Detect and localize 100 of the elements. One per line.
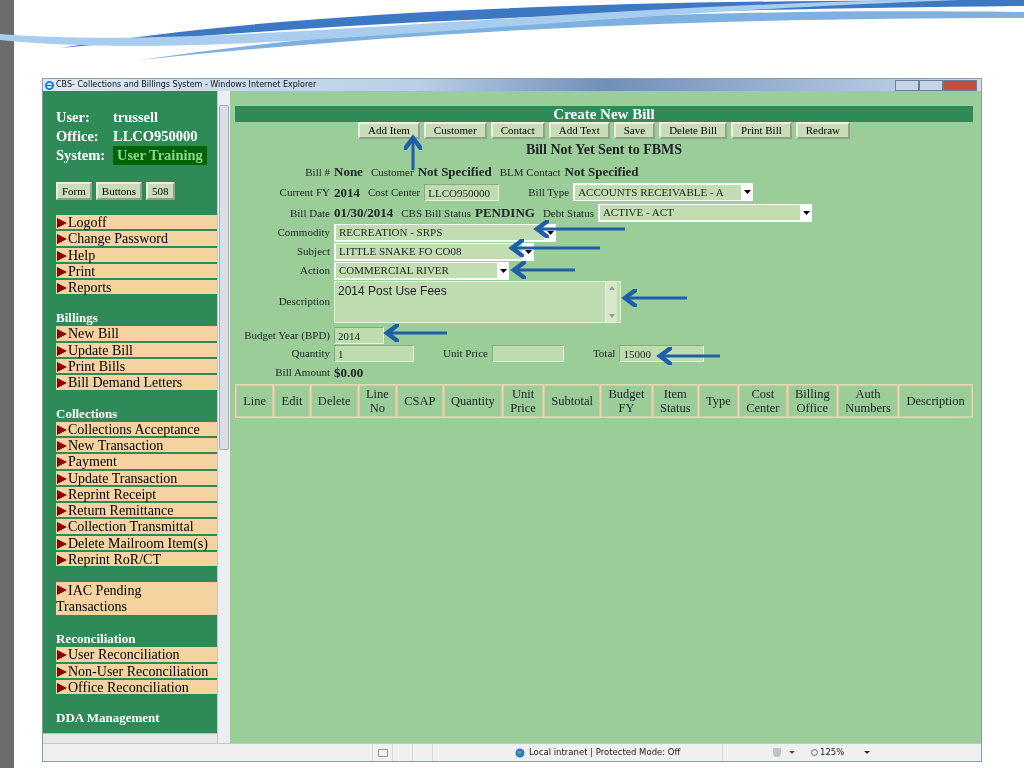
- column-header: Auth Numbers: [837, 385, 899, 417]
- field-value: trussell: [113, 108, 159, 127]
- toolbar-button[interactable]: Redraw: [795, 122, 850, 139]
- pointer-arrow: [622, 286, 687, 310]
- nav-link[interactable]: Non-User Reconciliation: [56, 663, 217, 678]
- toolbar-button[interactable]: Customer: [423, 122, 487, 139]
- dropdown[interactable]: ACTIVE - ACT: [597, 203, 812, 222]
- column-header: Quantity: [443, 385, 502, 417]
- toolbar-button[interactable]: Contact: [490, 122, 545, 139]
- nav-link[interactable]: Print: [56, 263, 217, 279]
- field-value: 01/30/2014: [334, 204, 394, 222]
- sidebar-button[interactable]: Form: [56, 182, 92, 200]
- column-header: Subtotal: [544, 385, 601, 417]
- field-label: Debt Status: [542, 205, 594, 221]
- nav-link[interactable]: Help: [56, 247, 217, 262]
- sidebar-button[interactable]: Buttons: [95, 182, 143, 200]
- section-heading: Collections: [56, 405, 119, 422]
- field-label: Office:: [56, 127, 100, 146]
- window-title: CBS- Collections and Billings System - Windows Internet Explorer: [56, 79, 317, 91]
- column-header: Line No: [358, 385, 397, 417]
- nav-link[interactable]: New Bill: [56, 326, 217, 341]
- dropdown[interactable]: COMMERCIAL RIVER: [334, 261, 509, 280]
- pointer-arrow: [384, 321, 447, 345]
- input-field[interactable]: [491, 344, 564, 362]
- field-value: 2014: [334, 183, 360, 202]
- pointer-arrow: [401, 135, 425, 170]
- field-value: Not Specified: [564, 163, 639, 181]
- caret-icon: [500, 268, 507, 273]
- nav-link[interactable]: Reprint Receipt: [56, 486, 217, 502]
- field-label: Customer: [370, 164, 414, 180]
- field-label: Commodity: [276, 225, 330, 241]
- nav-link[interactable]: IAC Pending Transactions: [56, 582, 217, 616]
- nav-link[interactable]: Reprint RoR/CT: [56, 552, 217, 567]
- field-label: Budget Year (BPD): [243, 327, 330, 343]
- maximize-button[interactable]: [919, 79, 943, 91]
- nav-link[interactable]: Print Bills: [56, 359, 217, 374]
- toolbar-button[interactable]: Add Item: [358, 122, 420, 139]
- column-header: Description: [899, 385, 972, 417]
- nav-link[interactable]: Return Remittance: [56, 503, 217, 518]
- section-heading: Billings: [56, 310, 99, 327]
- field-label: System:: [56, 146, 107, 165]
- triangle-icon: [57, 555, 67, 566]
- nav-link[interactable]: Collections Acceptance: [56, 421, 217, 436]
- nav-link[interactable]: Reports: [56, 280, 217, 295]
- input-field[interactable]: LLCO950000: [424, 183, 500, 201]
- dropdown[interactable]: RECREATION - SRPS: [334, 223, 556, 242]
- section-heading: Reconciliation: [56, 631, 137, 648]
- dropdown[interactable]: ACCOUNTS RECEIVABLE - A: [573, 183, 754, 202]
- field-label: Unit Price: [443, 345, 488, 361]
- field-label: BLM Contact: [499, 164, 561, 180]
- column-header: Line: [236, 385, 274, 417]
- field-label: Action: [299, 263, 330, 279]
- nav-link[interactable]: Office Reconciliation: [56, 679, 217, 695]
- input-field[interactable]: 1: [334, 344, 414, 362]
- column-header: Budget FY: [601, 385, 652, 417]
- caret-icon[interactable]: [789, 751, 795, 754]
- field-label: User:: [56, 108, 91, 127]
- column-header: Billing Office: [787, 385, 837, 417]
- field-label: CBS Bill Status: [401, 205, 471, 221]
- down-arrow-icon[interactable]: [608, 313, 615, 318]
- column-header: Delete: [310, 385, 358, 417]
- minimize-button[interactable]: [895, 79, 919, 91]
- toolbar-button[interactable]: Add Text: [548, 122, 610, 139]
- pointer-arrow: [657, 344, 720, 368]
- nav-link[interactable]: Collection Transmittal: [56, 519, 217, 534]
- sidebar-button[interactable]: 508: [146, 182, 175, 200]
- text-area[interactable]: 2014 Post Use Fees: [334, 280, 621, 323]
- toolbar-button[interactable]: Delete Bill: [659, 122, 728, 139]
- nav-link[interactable]: Bill Demand Letters: [56, 375, 217, 390]
- zoom-control[interactable]: 125%: [811, 746, 845, 759]
- nav-link[interactable]: Update Bill: [56, 342, 217, 358]
- security-zone: Local intranet | Protected Mode: Off: [529, 746, 681, 759]
- field-value: None: [334, 163, 363, 181]
- field-value: User Training: [113, 146, 207, 165]
- dropdown[interactable]: LITTLE SNAKE FO CO08: [334, 242, 534, 261]
- input-field[interactable]: 2014: [334, 326, 384, 344]
- toolbar-button[interactable]: Save: [613, 122, 656, 139]
- nav-link[interactable]: Logoff: [56, 215, 217, 230]
- nav-link[interactable]: New Transaction: [56, 437, 217, 453]
- toolbar-button[interactable]: Print Bill: [731, 122, 792, 139]
- nav-link[interactable]: User Reconciliation: [56, 647, 217, 662]
- shield-icon[interactable]: [773, 748, 781, 757]
- caret-icon: [744, 190, 752, 195]
- caret-icon[interactable]: [864, 751, 871, 754]
- column-header: Edit: [274, 385, 310, 417]
- nav-link[interactable]: Payment: [56, 454, 217, 469]
- field-label: Total: [592, 345, 616, 361]
- field-label: Cost Center: [368, 185, 421, 200]
- column-header: Item Status: [652, 385, 698, 417]
- up-arrow-icon[interactable]: [608, 285, 615, 290]
- nav-link[interactable]: Update Transaction: [56, 470, 217, 485]
- column-header: Type: [698, 385, 738, 417]
- nav-link[interactable]: Change Password: [56, 231, 217, 246]
- triangle-icon: [57, 585, 67, 596]
- page-title: Create New Bill: [235, 106, 973, 122]
- field-label: Bill Date: [288, 205, 330, 221]
- nav-link[interactable]: Delete Mailroom Item(s): [56, 535, 217, 551]
- caret-icon: [547, 230, 554, 235]
- close-button[interactable]: [943, 79, 977, 91]
- field-label: Bill #: [304, 164, 330, 180]
